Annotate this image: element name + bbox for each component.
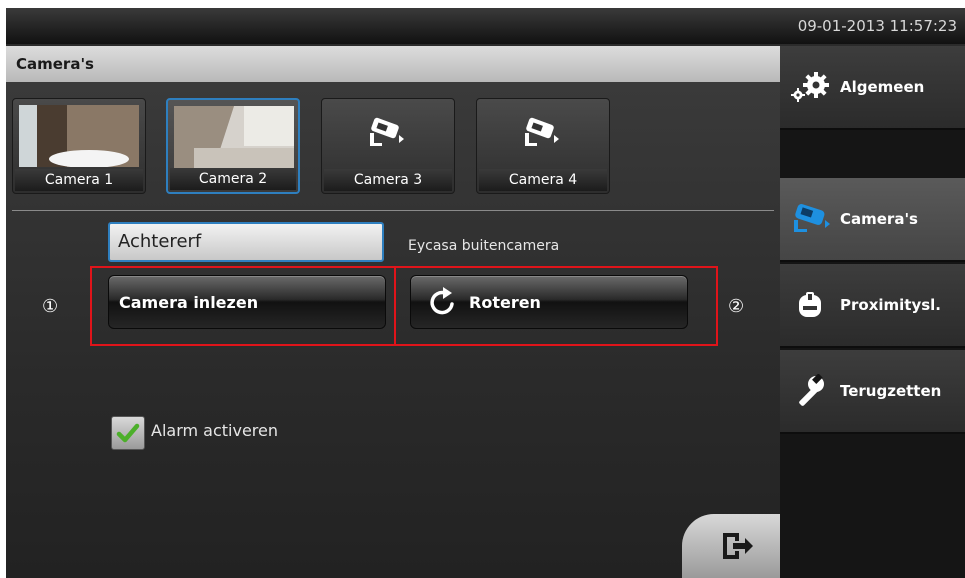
read-camera-label: Camera inlezen — [119, 292, 259, 312]
sidebar: Algemeen Camera's Proximitysl. Terugzett… — [780, 46, 965, 578]
status-bar: 09-01-2013 11:57:23 — [6, 8, 965, 44]
sidebar-item-label: Algemeen — [840, 78, 925, 96]
divider — [12, 210, 774, 211]
gears-icon — [780, 69, 840, 105]
alarm-label: Alarm activeren — [151, 421, 279, 440]
camera-description: Eycasa buitencamera — [408, 238, 560, 254]
camera-thumb-3[interactable]: Camera 3 — [321, 98, 455, 194]
sidebar-item-label: Proximitysl. — [840, 296, 942, 314]
camera-icon — [370, 117, 404, 146]
title-bar: Camera's — [6, 46, 780, 82]
sidebar-item-proximity[interactable]: Proximitysl. — [780, 264, 965, 348]
page-title: Camera's — [16, 55, 94, 73]
camera-thumb-label: Camera 3 — [324, 169, 452, 191]
sidebar-item-terugzetten[interactable]: Terugzetten — [780, 350, 965, 434]
camera-2-preview — [174, 106, 294, 168]
camera-thumb-1[interactable]: Camera 1 — [12, 98, 146, 194]
camera-thumb-label: Camera 4 — [479, 169, 607, 191]
exit-icon — [723, 533, 753, 559]
camera-icon — [525, 117, 559, 146]
rotate-button[interactable]: Roteren — [410, 275, 688, 329]
camera-thumb-label: Camera 2 — [170, 168, 296, 190]
rotate-icon — [430, 287, 454, 315]
camera-thumb-2[interactable]: Camera 2 — [166, 98, 300, 194]
camera-name-field[interactable]: Achtererf — [108, 222, 384, 262]
camera-1-preview — [19, 105, 139, 167]
sidebar-item-label: Terugzetten — [840, 382, 942, 400]
alarm-checkbox[interactable] — [111, 416, 145, 450]
wrench-icon — [780, 374, 840, 408]
sidebar-item-algemeen[interactable]: Algemeen — [780, 46, 965, 130]
camera-thumb-4[interactable]: Camera 4 — [476, 98, 610, 194]
marker-1: ① — [42, 296, 59, 317]
proximity-icon — [780, 290, 840, 320]
marker-2: ② — [728, 296, 745, 317]
camera-thumb-label: Camera 1 — [15, 169, 143, 191]
clock: 09-01-2013 11:57:23 — [797, 17, 957, 35]
rotate-label: Roteren — [469, 292, 541, 312]
sidebar-item-cameras[interactable]: Camera's — [780, 178, 965, 262]
app-window: 09-01-2013 11:57:23 Camera's Camera 1 Ca… — [6, 8, 965, 578]
sidebar-item-label: Camera's — [840, 210, 918, 228]
exit-button[interactable] — [682, 514, 792, 578]
checkmark-icon — [116, 423, 140, 443]
camera-icon — [780, 201, 840, 237]
read-camera-button[interactable]: Camera inlezen — [108, 275, 386, 329]
